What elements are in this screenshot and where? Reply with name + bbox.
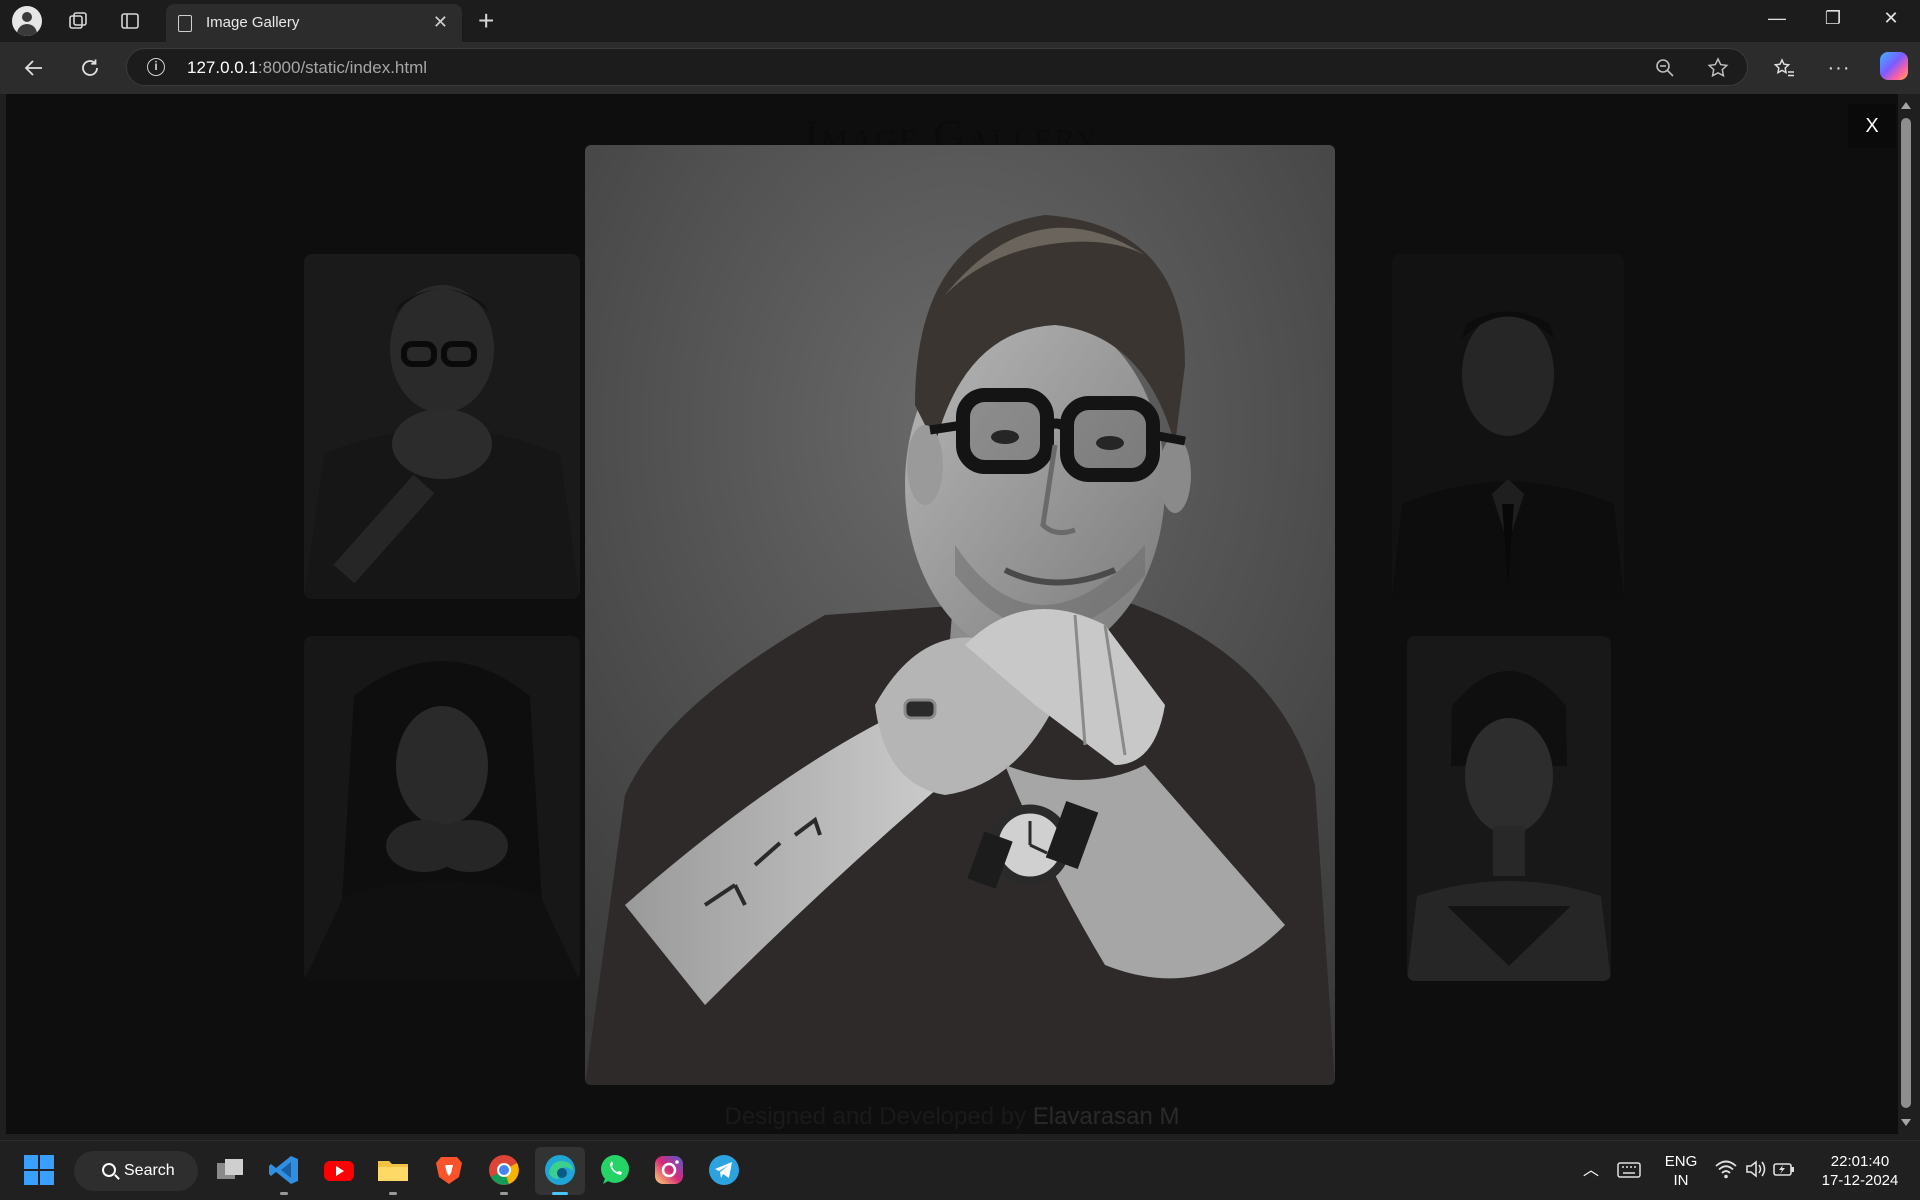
clock-date: 17-12-2024 [1821, 1172, 1899, 1189]
telegram-icon[interactable] [707, 1153, 741, 1187]
task-view-icon[interactable] [213, 1153, 247, 1187]
url-path: :8000/static/index.html [257, 58, 428, 77]
vscode-icon[interactable] [267, 1153, 301, 1195]
thumb-man-suit[interactable] [1392, 254, 1624, 599]
clock[interactable]: 22:01:40 17-12-2024 [1810, 1152, 1910, 1190]
windows-taskbar: Search ︿ ENG IN 22:01:40 17-12-2024 [0, 1140, 1920, 1200]
search-icon [102, 1163, 116, 1177]
chrome-icon[interactable] [487, 1153, 521, 1195]
favorite-star-icon[interactable] [1707, 57, 1729, 84]
close-tab-icon[interactable]: ✕ [433, 12, 448, 32]
thumb-man-glasses[interactable] [304, 254, 580, 599]
new-tab-icon[interactable]: + [478, 4, 494, 38]
page-footer: Designed and Developed by Elavarasan M [6, 1103, 1898, 1131]
tab-title: Image Gallery [206, 14, 300, 31]
clock-time: 22:01:40 [1830, 1153, 1890, 1170]
close-window-button[interactable]: ✕ [1876, 8, 1906, 29]
taskbar-search-button[interactable]: Search [74, 1151, 198, 1191]
brave-browser-icon[interactable] [432, 1153, 466, 1187]
minimize-button[interactable]: — [1762, 8, 1792, 29]
refresh-icon[interactable] [76, 54, 104, 82]
profile-avatar-icon[interactable] [12, 6, 42, 36]
more-options-icon[interactable]: ··· [1825, 54, 1853, 82]
language-indicator[interactable]: ENG IN [1660, 1152, 1702, 1190]
workspaces-icon[interactable] [66, 9, 90, 33]
footer-credit: Designed and Developed by [724, 1103, 1033, 1130]
thumb-woman-dark-hair[interactable] [304, 636, 580, 981]
region-code: IN [1673, 1172, 1689, 1189]
file-explorer-icon[interactable] [376, 1153, 410, 1195]
language-code: ENG [1664, 1153, 1698, 1170]
copilot-icon[interactable] [1880, 52, 1908, 80]
tray-overflow-chevron-icon[interactable]: ︿ [1583, 1161, 1599, 1180]
instagram-icon[interactable] [652, 1153, 686, 1187]
running-indicator [389, 1192, 397, 1195]
close-lightbox-button[interactable]: X [1848, 104, 1896, 148]
running-indicator [280, 1192, 288, 1195]
document-icon [178, 15, 192, 32]
site-info-icon[interactable]: i [147, 58, 165, 76]
vertical-tabs-icon[interactable] [118, 9, 142, 33]
scrollbar-thumb[interactable] [1901, 118, 1911, 1108]
running-indicator [500, 1192, 508, 1195]
volume-icon[interactable] [1744, 1157, 1768, 1181]
keyboard-icon[interactable] [1616, 1157, 1642, 1183]
thumb-woman-portrait[interactable] [1407, 636, 1611, 981]
scroll-down-arrow-icon[interactable] [1901, 1119, 1911, 1126]
back-arrow-icon[interactable] [20, 54, 48, 82]
youtube-icon[interactable] [322, 1153, 356, 1187]
favorites-icon[interactable] [1770, 54, 1798, 82]
whatsapp-icon[interactable] [598, 1153, 632, 1187]
search-label: Search [124, 1162, 175, 1179]
active-indicator [552, 1192, 568, 1195]
wifi-icon[interactable] [1714, 1157, 1738, 1181]
page-scrollbar[interactable] [1898, 94, 1914, 1134]
browser-titlebar: Image Gallery ✕ + — ❐ ✕ [0, 0, 1920, 42]
page-viewport: Image Gallery Designed and Developed by … [6, 94, 1898, 1134]
address-url[interactable]: 127.0.0.1:8000/static/index.html [187, 58, 427, 78]
browser-toolbar: i 127.0.0.1:8000/static/index.html ··· [0, 42, 1920, 94]
restore-button[interactable]: ❐ [1818, 8, 1848, 29]
url-host: 127.0.0.1 [187, 58, 258, 77]
expanded-image [585, 145, 1335, 1085]
edge-icon[interactable] [543, 1153, 577, 1195]
tab-image-gallery[interactable]: Image Gallery ✕ [166, 4, 462, 42]
address-bar[interactable]: i 127.0.0.1:8000/static/index.html [126, 48, 1748, 86]
battery-charging-icon[interactable] [1772, 1157, 1796, 1181]
zoom-out-icon[interactable] [1655, 58, 1675, 83]
scroll-up-arrow-icon[interactable] [1901, 102, 1911, 109]
windows-start-icon[interactable] [24, 1155, 54, 1185]
footer-author-link[interactable]: Elavarasan M [1033, 1103, 1180, 1130]
